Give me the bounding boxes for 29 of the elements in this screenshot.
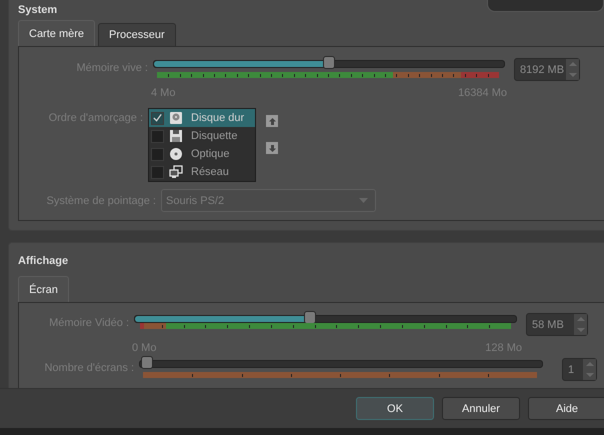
list-item[interactable]: Réseau xyxy=(149,163,255,181)
arrow-down-icon xyxy=(268,144,276,152)
dialog-button[interactable]: OK xyxy=(356,397,434,420)
checkbox[interactable] xyxy=(151,166,164,178)
dialog-button[interactable]: Annuler xyxy=(442,397,520,420)
disc-icon xyxy=(169,147,183,161)
checkbox[interactable] xyxy=(151,148,164,160)
move-down-button[interactable] xyxy=(266,142,278,154)
list-item[interactable]: Disque dur xyxy=(149,109,255,127)
spin-box[interactable]: 1 xyxy=(562,358,597,381)
checkbox[interactable] xyxy=(151,130,164,142)
spin-box[interactable]: 8192 MB xyxy=(514,58,580,81)
slider-thumb[interactable] xyxy=(304,311,316,324)
tab[interactable]: Écran xyxy=(18,276,69,302)
tab[interactable]: Carte mère xyxy=(18,20,96,46)
move-up-button[interactable] xyxy=(266,115,278,127)
list-item[interactable]: Optique xyxy=(149,145,255,163)
tab[interactable]: Processeur xyxy=(98,23,176,46)
network-icon xyxy=(169,165,183,179)
dialog-button[interactable]: Aide xyxy=(528,397,604,420)
spin-box[interactable]: 58 MB xyxy=(526,313,588,336)
checkbox[interactable] xyxy=(151,112,164,124)
arrow-up-icon xyxy=(268,118,276,124)
section-title: System xyxy=(18,3,58,18)
list-item[interactable]: Disquette xyxy=(149,127,255,145)
slider-thumb[interactable] xyxy=(141,356,153,369)
caret-icon xyxy=(359,198,368,203)
section-title: Affichage xyxy=(18,254,68,269)
slider-thumb[interactable] xyxy=(323,56,335,69)
